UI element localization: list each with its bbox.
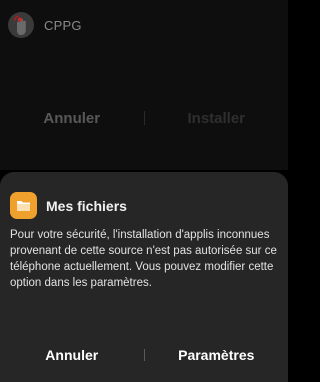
app-name: CPPG: [44, 17, 82, 33]
dialog-message: Pour votre sécurité, l'installation d'ap…: [10, 229, 277, 289]
install-button[interactable]: Installer: [145, 110, 289, 127]
settings-button[interactable]: Paramètres: [145, 347, 289, 363]
installer-buttons: Annuler Installer: [0, 104, 288, 132]
hand-touch-icon: [8, 12, 34, 38]
folder-icon: [10, 192, 37, 219]
dialog-buttons: Annuler Paramètres: [0, 342, 288, 368]
cancel-button[interactable]: Annuler: [0, 347, 144, 363]
app-header: CPPG: [8, 10, 82, 40]
installer-cancel-button[interactable]: Annuler: [0, 110, 144, 127]
installer-background: CPPG Annuler Installer: [0, 0, 288, 170]
dialog-title: Mes fichiers: [46, 197, 127, 214]
screen: CPPG Annuler Installer Mes fichiers Pour…: [0, 0, 288, 382]
security-dialog: Mes fichiers Pour votre sécurité, l'inst…: [0, 172, 288, 382]
dialog-header: Mes fichiers: [10, 192, 127, 219]
